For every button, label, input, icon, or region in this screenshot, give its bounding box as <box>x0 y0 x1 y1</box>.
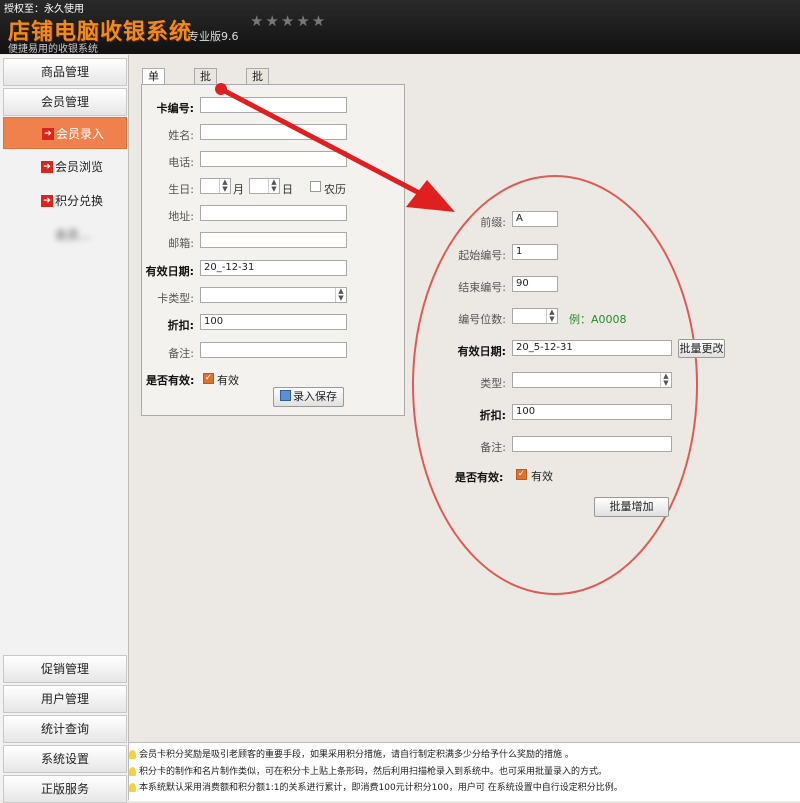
batch-valid-label: 有效 <box>531 470 553 483</box>
annotation-arrow-icon <box>215 83 455 212</box>
batch-type-label: 类型: <box>480 377 506 390</box>
prefix-input[interactable]: A <box>512 211 558 227</box>
batch-discount-label: 折扣: <box>479 409 506 422</box>
lightbulb-icon <box>129 750 136 759</box>
batch-type-select[interactable]: ▲ ▼ <box>512 372 672 388</box>
spinner-icon[interactable]: ▲ ▼ <box>546 309 557 323</box>
end-number-input[interactable]: 90 <box>512 276 558 292</box>
tip-line-1: 会员卡积分奖励是吸引老顾客的重要手段，如果采用积分措施，请自行制定积满多少分给予… <box>129 747 574 760</box>
batch-change-button[interactable]: 批量更改 <box>678 339 725 358</box>
batch-discount-input[interactable]: 100 <box>512 404 672 420</box>
start-number-input[interactable]: 1 <box>512 244 558 260</box>
dropdown-icon[interactable]: ▲ ▼ <box>660 373 671 387</box>
end-number-label: 结束编号: <box>458 281 506 294</box>
batch-expiry-date-input[interactable]: 20_5-12-31 <box>512 340 672 356</box>
batch-valid-checkbox[interactable]: ✓ <box>516 469 527 480</box>
batch-note-input[interactable] <box>512 436 672 452</box>
batch-expiry-label: 有效日期: <box>457 345 506 358</box>
digits-input[interactable]: ▲ ▼ <box>512 308 558 324</box>
start-number-label: 起始编号: <box>458 249 506 262</box>
batch-note-label: 备注: <box>480 441 506 454</box>
digits-label: 编号位数: <box>458 313 506 326</box>
tips-panel: 会员卡积分奖励是吸引老顾客的重要手段，如果采用积分措施，请自行制定积满多少分给予… <box>129 742 800 801</box>
digits-example: 例：A0008 <box>569 313 627 326</box>
tip-line-3: 本系统默认采用消费额和积分额1:1的关系进行累计，即消费100元计积分100，用… <box>129 780 623 793</box>
prefix-label: 前缀: <box>480 216 506 229</box>
batch-is-valid-label: 是否有效: <box>455 471 504 484</box>
batch-add-button[interactable]: 批量增加 <box>594 497 669 517</box>
lightbulb-icon <box>129 767 136 776</box>
lightbulb-icon <box>129 783 136 792</box>
tip-line-2: 积分卡的制作和名片制作类似，可在积分卡上贴上条形码，然后利用扫描枪录入到系统中。… <box>129 764 607 777</box>
